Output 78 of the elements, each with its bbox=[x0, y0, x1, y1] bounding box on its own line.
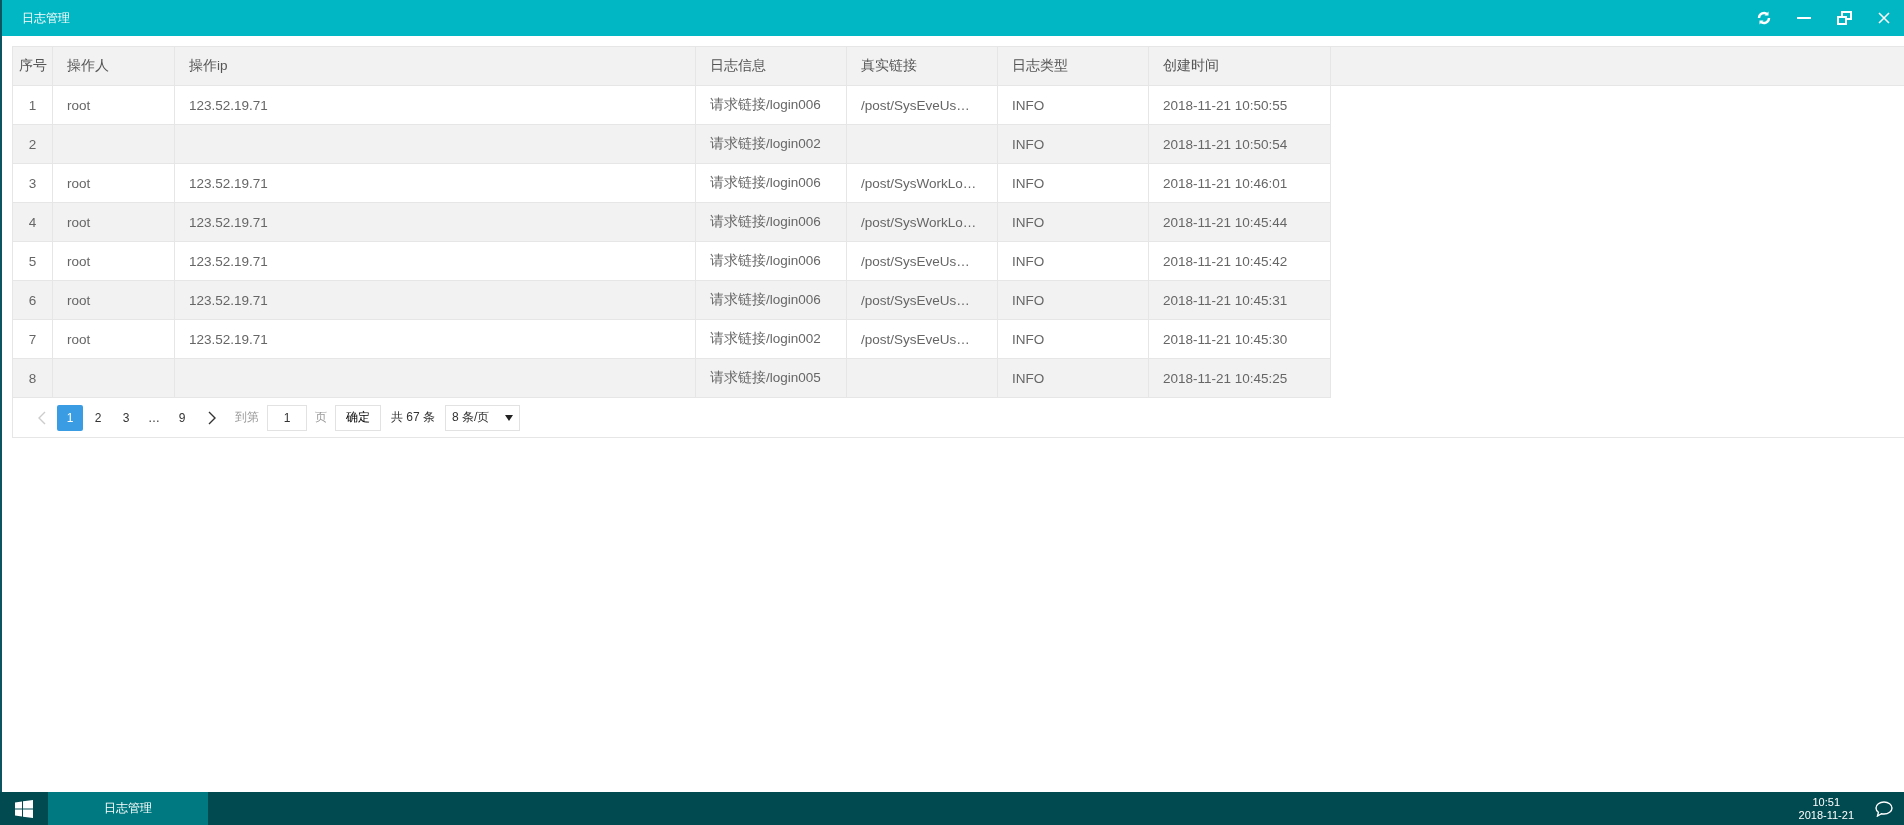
table-cell: 123.52.19.71 bbox=[175, 320, 696, 359]
table-cell: 123.52.19.71 bbox=[175, 281, 696, 320]
windows-logo-icon[interactable] bbox=[15, 799, 33, 818]
dropdown-icon bbox=[505, 414, 514, 421]
table-cell: 请求链接/login005 bbox=[696, 359, 847, 398]
speech-bubble-icon[interactable] bbox=[1875, 800, 1893, 817]
confirm-button[interactable]: 确定 bbox=[335, 404, 381, 431]
table-cell: 6 bbox=[13, 281, 53, 320]
column-header: 操作人 bbox=[53, 47, 175, 85]
column-header: 日志类型 bbox=[998, 47, 1149, 85]
table-cell: 2 bbox=[13, 125, 53, 164]
table-cell: root bbox=[53, 281, 175, 320]
column-header: 日志信息 bbox=[696, 47, 847, 85]
table-cell: INFO bbox=[998, 320, 1149, 359]
clock-date: 2018-11-21 bbox=[1798, 808, 1854, 822]
table-cell: 请求链接/login002 bbox=[696, 320, 847, 359]
table-cell: 2018-11-21 10:45:25 bbox=[1149, 359, 1331, 398]
table-cell: 2018-11-21 10:45:44 bbox=[1149, 203, 1331, 242]
column-header: 操作ip bbox=[175, 47, 696, 85]
table-cell: 123.52.19.71 bbox=[175, 86, 696, 125]
close-icon[interactable] bbox=[1878, 12, 1890, 24]
table-cell: 请求链接/login006 bbox=[696, 203, 847, 242]
table-cell: root bbox=[53, 203, 175, 242]
table-cell: 5 bbox=[13, 242, 53, 281]
table-cell: INFO bbox=[998, 86, 1149, 125]
table-cell: /post/SysEveUs… bbox=[847, 242, 998, 281]
table-cell: 4 bbox=[13, 203, 53, 242]
table-cell: 2018-11-21 10:50:55 bbox=[1149, 86, 1331, 125]
table-cell: INFO bbox=[998, 242, 1149, 281]
table-cell: 请求链接/login006 bbox=[696, 164, 847, 203]
clock-time: 10:51 bbox=[1812, 795, 1841, 809]
goto-label: 到第 bbox=[235, 409, 259, 426]
table-cell: /post/SysWorkLo… bbox=[847, 164, 998, 203]
table-cell: /post/SysEveUs… bbox=[847, 281, 998, 320]
column-header: 序号 bbox=[13, 47, 53, 85]
table-cell: 2018-11-21 10:46:01 bbox=[1149, 164, 1331, 203]
table-cell: 请求链接/login006 bbox=[696, 281, 847, 320]
table-cell: INFO bbox=[998, 164, 1149, 203]
page-number[interactable]: … bbox=[141, 404, 167, 431]
table-cell: /post/SysEveUs… bbox=[847, 86, 998, 125]
table-cell: /post/SysEveUs… bbox=[847, 320, 998, 359]
page-number[interactable]: 3 bbox=[113, 404, 139, 431]
page-input[interactable]: 1 bbox=[267, 404, 307, 431]
column-header: 创建时间 bbox=[1149, 47, 1331, 85]
table-cell: root bbox=[53, 242, 175, 281]
table-cell: 请求链接/login006 bbox=[696, 242, 847, 281]
table-cell: INFO bbox=[998, 359, 1149, 398]
table-cell: 2018-11-21 10:45:31 bbox=[1149, 281, 1331, 320]
table-cell: 2018-11-21 10:50:54 bbox=[1149, 125, 1331, 164]
table-cell: INFO bbox=[998, 203, 1149, 242]
next-page-icon[interactable] bbox=[208, 410, 216, 425]
table-cell: 请求链接/login002 bbox=[696, 125, 847, 164]
table-cell: root bbox=[53, 164, 175, 203]
page-unit-label: 页 bbox=[315, 409, 327, 426]
table-cell: INFO bbox=[998, 125, 1149, 164]
column-header: 真实链接 bbox=[847, 47, 998, 85]
window-title: 日志管理 bbox=[22, 9, 71, 27]
table-cell: /post/SysWorkLo… bbox=[847, 203, 998, 242]
table-cell: 1 bbox=[13, 86, 53, 125]
refresh-icon[interactable] bbox=[1756, 10, 1772, 26]
table-cell: 请求链接/login006 bbox=[696, 86, 847, 125]
table-cell: 123.52.19.71 bbox=[175, 242, 696, 281]
table-cell: 123.52.19.71 bbox=[175, 203, 696, 242]
total-count: 共 67 条 bbox=[391, 409, 435, 426]
table-cell: 2018-11-21 10:45:42 bbox=[1149, 242, 1331, 281]
table-cell: 7 bbox=[13, 320, 53, 359]
table-cell: 3 bbox=[13, 164, 53, 203]
table-cell: 8 bbox=[13, 359, 53, 398]
page-number[interactable]: 9 bbox=[169, 404, 195, 431]
table-cell: INFO bbox=[998, 281, 1149, 320]
table-cell: root bbox=[53, 320, 175, 359]
restore-icon[interactable] bbox=[1836, 11, 1852, 25]
table-cell: root bbox=[53, 86, 175, 125]
table-cell: 2018-11-21 10:45:30 bbox=[1149, 320, 1331, 359]
taskbar-item[interactable]: 日志管理 bbox=[48, 792, 208, 825]
page-number[interactable]: 2 bbox=[85, 404, 111, 431]
table-cell: 123.52.19.71 bbox=[175, 164, 696, 203]
page-size-select[interactable]: 8 条/页 bbox=[445, 404, 521, 431]
